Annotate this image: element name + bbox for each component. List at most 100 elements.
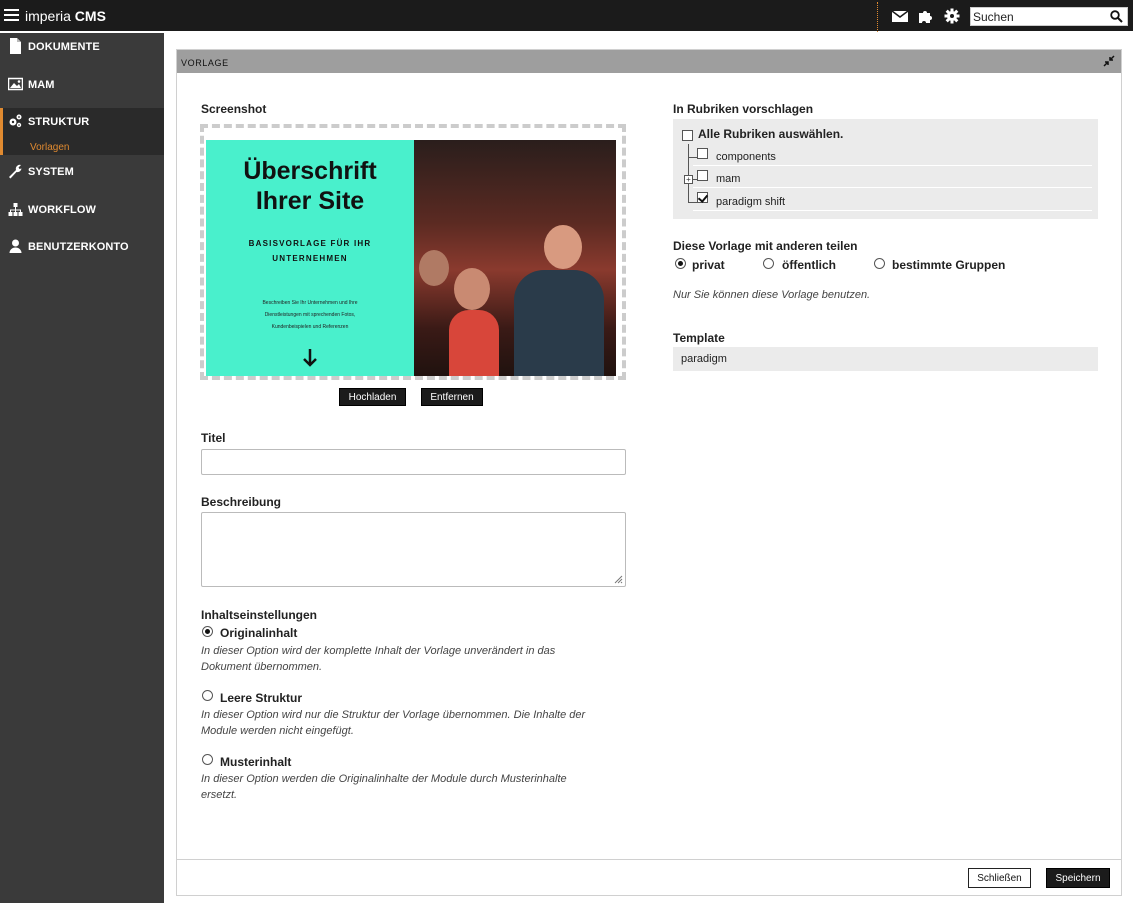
preview-heading-line-1: Überschrift (243, 157, 377, 185)
mail-icon[interactable] (891, 8, 909, 24)
tree-row-divider (693, 187, 1092, 188)
sidebar: DOKUMENTE MAM STRUKTUR Vorlagen SYSTEM W… (0, 33, 164, 903)
expand-icon[interactable]: + (684, 175, 693, 184)
category-checkbox-paradigm-shift[interactable] (697, 192, 708, 203)
sidebar-item-label: STRUKTUR (28, 116, 90, 128)
photo-figure (514, 270, 604, 376)
radio-leere-struktur[interactable] (202, 690, 213, 701)
template-field[interactable]: paradigm (673, 347, 1098, 371)
radio-oeffentlich[interactable] (763, 258, 774, 269)
sidebar-item-struktur[interactable]: STRUKTUR Vorlagen (0, 108, 164, 155)
tree-row-divider (693, 210, 1092, 211)
sidebar-item-dokumente[interactable]: DOKUMENTE (0, 33, 164, 63)
category-label-mam[interactable]: mam (716, 173, 740, 185)
title-input[interactable] (201, 449, 626, 475)
resize-grip-icon[interactable] (613, 574, 623, 584)
save-button[interactable]: Speichern (1046, 868, 1110, 888)
select-all-checkbox[interactable] (682, 130, 693, 141)
sharing-label: Diese Vorlage mit anderen teilen (673, 239, 858, 253)
upload-button[interactable]: Hochladen (339, 388, 406, 406)
template-value: paradigm (681, 353, 727, 365)
close-button[interactable]: Schließen (968, 868, 1031, 888)
content-settings-label: Inhaltseinstellungen (201, 608, 318, 622)
description-label: Beschreibung (201, 495, 282, 509)
image-icon (8, 77, 23, 91)
search-icon[interactable] (1110, 10, 1123, 23)
radio-privat[interactable] (675, 258, 686, 269)
search-input[interactable] (971, 8, 1101, 25)
preview-heading: Überschrift Ihrer Site (206, 156, 414, 216)
preview-sub-line-2: UNTERNEHMEN (272, 254, 348, 263)
option-description: In dieser Option werden die Originalinha… (201, 771, 567, 803)
radio-label-originalinhalt[interactable]: Originalinhalt (220, 626, 297, 640)
screenshot-preview-photo (414, 140, 616, 376)
remove-button[interactable]: Entfernen (421, 388, 483, 406)
photo-face (419, 250, 449, 286)
menu-icon[interactable] (4, 9, 19, 22)
tree-row-divider (693, 165, 1092, 166)
footer-divider (177, 859, 1121, 860)
app-logo[interactable]: imperia CMS (25, 8, 106, 24)
panel-title: VORLAGE (181, 58, 229, 68)
desc-line: ersetzt. (201, 789, 238, 801)
description-textarea[interactable] (201, 512, 626, 587)
template-label: Template (673, 331, 725, 345)
screenshot-dropzone[interactable]: Überschrift Ihrer Site BASISVORLAGE FÜR … (200, 124, 626, 380)
sidebar-item-system[interactable]: SYSTEM (0, 158, 164, 188)
sidebar-item-label: WORKFLOW (28, 204, 97, 216)
tree-line (688, 202, 697, 203)
preview-body-text: Beschreiben Sie Ihr Unternehmen und Ihre… (236, 297, 384, 333)
puzzle-icon[interactable] (917, 8, 935, 24)
top-bar: imperia CMS (0, 0, 1133, 33)
select-all-label[interactable]: Alle Rubriken auswählen. (698, 127, 843, 141)
screenshot-label: Screenshot (201, 102, 267, 116)
gears-icon (9, 114, 22, 128)
photo-figure (449, 310, 499, 376)
radio-originalinhalt[interactable] (202, 626, 213, 637)
active-indicator (0, 108, 3, 155)
sidebar-item-label: BENUTZERKONTO (28, 241, 129, 253)
preview-subheading: BASISVORLAGE FÜR IHR UNTERNEHMEN (206, 236, 414, 266)
category-label-paradigm-shift[interactable]: paradigm shift (716, 196, 785, 208)
topbar-divider (877, 2, 878, 32)
title-label: Titel (201, 431, 226, 445)
panel-header: VORLAGE (177, 50, 1121, 73)
gear-icon[interactable] (943, 8, 961, 24)
arrow-down-icon (303, 349, 317, 367)
search-box[interactable] (970, 7, 1128, 26)
preview-sub-line-1: BASISVORLAGE FÜR IHR (248, 239, 372, 248)
radio-label-oeffentlich[interactable]: öffentlich (782, 258, 836, 272)
sidebar-item-label: DOKUMENTE (28, 41, 100, 53)
desc-line: Module werden nicht eingefügt. (201, 725, 354, 737)
radio-label-leere-struktur[interactable]: Leere Struktur (220, 691, 302, 705)
photo-face (544, 225, 582, 269)
desc-line: In dieser Option wird nur die Struktur d… (201, 709, 586, 721)
sharing-hint: Nur Sie können diese Vorlage benutzen. (673, 289, 871, 301)
collapse-icon[interactable] (1103, 55, 1115, 67)
sidebar-subitem-vorlagen[interactable]: Vorlagen (30, 142, 69, 153)
radio-musterinhalt[interactable] (202, 754, 213, 765)
radio-bestimmte-gruppen[interactable] (874, 258, 885, 269)
category-checkbox-components[interactable] (697, 148, 708, 159)
screenshot-preview-teaser: Überschrift Ihrer Site BASISVORLAGE FÜR … (206, 140, 414, 376)
desc-line: Dokument übernommen. (201, 661, 323, 673)
category-label-components[interactable]: components (716, 151, 776, 163)
preview-heading-line-2: Ihrer Site (255, 187, 365, 215)
sidebar-item-workflow[interactable]: WORKFLOW (0, 196, 164, 226)
desc-line: In dieser Option werden die Originalinha… (201, 773, 567, 785)
sidebar-item-mam[interactable]: MAM (0, 71, 164, 101)
radio-label-bestimmte-gruppen[interactable]: bestimmte Gruppen (892, 258, 1005, 272)
radio-label-privat[interactable]: privat (692, 258, 725, 272)
tree-line (688, 144, 689, 202)
category-checkbox-mam[interactable] (697, 170, 708, 181)
photo-face (454, 268, 490, 310)
sidebar-item-label: SYSTEM (28, 166, 74, 178)
preview-small-line-2: Dienstleistungen mit sprechenden Fotos, (264, 312, 356, 318)
radio-label-musterinhalt[interactable]: Musterinhalt (220, 755, 291, 769)
app-name-light: imperia (25, 8, 71, 24)
sidebar-item-benutzerkonto[interactable]: BENUTZERKONTO (0, 233, 164, 263)
app-name-bold: CMS (74, 8, 106, 24)
user-icon (9, 239, 22, 253)
sidebar-item-label: MAM (28, 79, 55, 91)
preview-small-line-3: Kundenbeispielen und Referenzen (271, 324, 349, 330)
